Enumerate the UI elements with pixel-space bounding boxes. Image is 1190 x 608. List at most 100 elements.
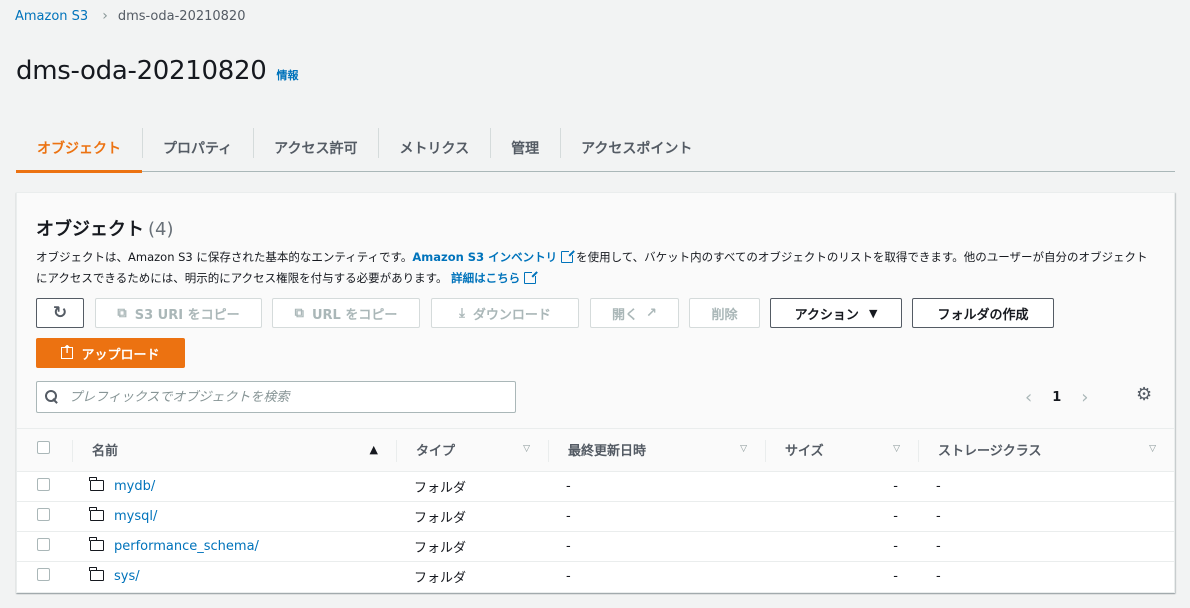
panel-title: オブジェクト (4) [36, 215, 174, 241]
caret-down-icon: ▼ [868, 306, 878, 320]
col-size[interactable]: サイズ ▽ [765, 429, 918, 471]
modified-cell: - [566, 568, 571, 584]
create-folder-label: フォルダの作成 [937, 307, 1029, 323]
external-link-icon [561, 249, 576, 263]
panel-title-text: オブジェクト [36, 219, 144, 240]
select-all-checkbox[interactable] [37, 441, 50, 455]
tab-objects[interactable]: オブジェクト [16, 124, 142, 173]
objects-panel: オブジェクト (4) オブジェクトは、Amazon S3 に保存された基本的なエン… [16, 192, 1175, 593]
page-title: dms-oda-20210820 [16, 56, 267, 86]
object-count: (4) [148, 219, 174, 240]
panel-header: オブジェクト (4) オブジェクトは、Amazon S3 に保存された基本的なエン… [17, 193, 1174, 429]
size-cell: - [893, 568, 898, 584]
size-cell: - [893, 538, 898, 554]
copy-s3-uri-label: S3 URI をコピー [134, 307, 240, 323]
copy-icon: ⧉ [117, 305, 127, 321]
chevron-left-icon[interactable]: ‹ [1025, 387, 1032, 408]
row-checkbox[interactable] [37, 567, 50, 581]
copy-icon: ⧉ [294, 305, 304, 321]
delete-label: 削除 [711, 307, 738, 323]
modified-cell: - [566, 478, 571, 494]
row-checkbox[interactable] [37, 537, 50, 551]
sort-ascending-icon: ▲ [369, 443, 378, 456]
refresh-icon: ↻ [52, 303, 68, 323]
sort-icon: ▽ [740, 444, 747, 454]
actions-dropdown[interactable]: アクション ▼ [770, 298, 902, 328]
object-link[interactable]: mydb/ [114, 479, 155, 494]
col-modified[interactable]: 最終更新日時 ▽ [548, 429, 765, 471]
size-cell: - [893, 478, 898, 494]
refresh-button[interactable]: ↻ [36, 298, 84, 328]
gear-icon[interactable]: ⚙ [1136, 384, 1152, 405]
modified-cell: - [566, 508, 571, 524]
panel-description: オブジェクトは、Amazon S3 に保存された基本的なエンティティです。Ama… [36, 247, 1151, 289]
breadcrumb: Amazon S3 › dms-oda-20210820 [15, 8, 245, 24]
sort-icon: ▽ [523, 444, 530, 454]
objects-table: 名前 ▲ タイプ ▽ 最終更新日時 ▽ サイズ ▽ ストレージクラス ▽ mydb/ フォ… [17, 429, 1174, 591]
storage-cell: - [936, 568, 941, 584]
row-checkbox[interactable] [37, 507, 50, 521]
search-box [36, 381, 516, 413]
tab-access-points[interactable]: アクセスポイント [560, 124, 713, 172]
inventory-link[interactable]: Amazon S3 インベントリ [412, 250, 557, 264]
type-cell: フォルダ [414, 540, 467, 556]
object-link[interactable]: performance_schema/ [114, 539, 259, 554]
upload-icon [61, 343, 74, 359]
col-type[interactable]: タイプ ▽ [396, 429, 548, 471]
tab-permissions[interactable]: アクセス許可 [253, 124, 378, 172]
table-row: mydb/ フォルダ - - - [17, 471, 1174, 501]
copy-s3-uri-button[interactable]: ⧉ S3 URI をコピー [95, 298, 262, 328]
copy-url-button[interactable]: ⧉ URL をコピー [272, 298, 420, 328]
pagination: ‹ 1 › [1025, 381, 1088, 413]
upload-label: アップロード [81, 347, 160, 363]
col-name[interactable]: 名前 ▲ [72, 429, 396, 471]
open-button[interactable]: 開く ↗ [590, 298, 679, 328]
col-modified-label: 最終更新日時 [568, 444, 647, 460]
modified-cell: - [566, 538, 571, 554]
col-name-label: 名前 [92, 444, 119, 460]
page-header: dms-oda-20210820 情報 [16, 56, 299, 86]
download-icon: ⤓ [459, 305, 465, 321]
desc-text-1: オブジェクトは、Amazon S3 に保存された基本的なエンティティです。 [36, 250, 413, 264]
info-link[interactable]: 情報 [277, 67, 299, 83]
actions-label: アクション [794, 307, 859, 323]
page-number[interactable]: 1 [1052, 390, 1061, 405]
delete-button[interactable]: 削除 [689, 298, 760, 328]
tab-management[interactable]: 管理 [490, 124, 560, 172]
learn-more-link[interactable]: 詳細はこちら [451, 271, 520, 285]
type-cell: フォルダ [414, 510, 467, 526]
copy-url-label: URL をコピー [311, 307, 398, 323]
table-row: sys/ フォルダ - - - [17, 561, 1174, 591]
row-checkbox[interactable] [37, 477, 50, 491]
open-label: 開く [612, 307, 639, 323]
download-button[interactable]: ⤓ ダウンロード [431, 298, 579, 328]
type-cell: フォルダ [414, 480, 467, 496]
upload-button[interactable]: アップロード [36, 338, 185, 368]
sort-icon: ▽ [893, 444, 900, 454]
search-icon [45, 390, 59, 404]
storage-cell: - [936, 538, 941, 554]
search-input[interactable] [69, 389, 509, 405]
breadcrumb-amazon-s3[interactable]: Amazon S3 [15, 9, 88, 24]
col-storage-class[interactable]: ストレージクラス ▽ [918, 429, 1174, 471]
object-link[interactable]: mysql/ [114, 509, 157, 524]
chevron-right-icon[interactable]: › [1081, 387, 1088, 408]
create-folder-button[interactable]: フォルダの作成 [912, 298, 1054, 328]
external-link-icon: ↗ [646, 305, 657, 321]
storage-cell: - [936, 478, 941, 494]
table-row: performance_schema/ フォルダ - - - [17, 531, 1174, 561]
storage-cell: - [936, 508, 941, 524]
tab-bar: オブジェクト プロパティ アクセス許可 メトリクス 管理 アクセスポイント [16, 124, 1175, 173]
folder-icon [89, 476, 104, 491]
external-link-icon [524, 270, 539, 284]
size-cell: - [893, 508, 898, 524]
tab-metrics[interactable]: メトリクス [378, 124, 490, 172]
table-header-row: 名前 ▲ タイプ ▽ 最終更新日時 ▽ サイズ ▽ ストレージクラス ▽ [17, 429, 1174, 471]
download-label: ダウンロード [472, 307, 551, 323]
sort-icon: ▽ [1149, 444, 1156, 454]
object-link[interactable]: sys/ [114, 569, 140, 584]
type-cell: フォルダ [414, 570, 467, 586]
tab-properties[interactable]: プロパティ [142, 124, 253, 172]
table-row: mysql/ フォルダ - - - [17, 501, 1174, 531]
folder-icon [89, 536, 104, 551]
